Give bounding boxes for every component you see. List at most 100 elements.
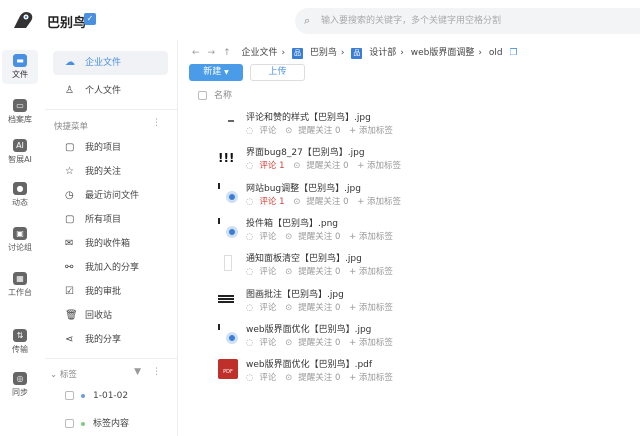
add-tag-button[interactable]: + 添加标签: [357, 197, 401, 207]
remind-button[interactable]: 提醒关注 0: [298, 373, 340, 383]
breadcrumb-item[interactable]: 巴别鸟: [310, 48, 337, 58]
comment-button[interactable]: 评论: [259, 232, 276, 242]
rail-item[interactable]: ▣ 讨论组: [2, 223, 38, 257]
remind-button[interactable]: 提醒关注 0: [306, 161, 348, 171]
sidebar-icon: ☁: [65, 57, 75, 68]
rail-icon: ◎: [13, 372, 27, 385]
filter-icon[interactable]: ▼: [134, 367, 141, 377]
forward-arrow-icon[interactable]: →: [208, 48, 216, 58]
file-meta: ◌ 评论 ⊙ 提醒关注 0 + 添加标签: [246, 265, 399, 277]
file-name[interactable]: 评论和赞的样式【巴别鸟】.jpg: [246, 110, 371, 123]
file-row[interactable]: PDF web版界面优化【巴别鸟】.pdf ◌ 评论 ⊙ 提醒关注 0 + 添加标签: [216, 357, 516, 391]
org-icon: 品: [351, 48, 363, 59]
comment-button[interactable]: 评论: [259, 373, 276, 383]
breadcrumb-item[interactable]: 企业文件: [242, 48, 278, 58]
tag-checkbox[interactable]: [65, 391, 74, 400]
file-row[interactable]: 网站bug调整【巴别鸟】.jpg ◌ 评论 1 ⊙ 提醒关注 0 + 添加标签: [216, 181, 516, 215]
tag-item[interactable]: 标签内容: [65, 416, 129, 429]
quick-menu-item[interactable]: ▢ 我的项目: [53, 136, 168, 160]
remind-button[interactable]: 提醒关注 0: [298, 303, 340, 313]
remind-button[interactable]: 提醒关注 0: [298, 232, 340, 242]
rail-label: 工作台: [8, 288, 32, 297]
add-tag-button[interactable]: + 添加标签: [349, 338, 393, 348]
sidebar-item[interactable]: ☁ 企业文件: [53, 51, 168, 75]
more-icon[interactable]: ⋮: [152, 367, 161, 377]
file-row[interactable]: 通知面板清空【巴别鸟】.jpg ◌ 评论 ⊙ 提醒关注 0 + 添加标签: [216, 251, 516, 285]
back-arrow-icon[interactable]: ←: [192, 48, 200, 58]
rail-item[interactable]: ◎ 同步: [2, 368, 38, 402]
remind-button[interactable]: 提醒关注 0: [298, 126, 340, 136]
more-icon[interactable]: ⋮: [152, 118, 161, 128]
remind-button[interactable]: 提醒关注 0: [298, 338, 340, 348]
comment-button[interactable]: 评论 1: [259, 197, 284, 207]
add-tag-button[interactable]: + 添加标签: [349, 232, 393, 242]
upload-button[interactable]: 上传: [250, 64, 305, 81]
file-row[interactable]: web版界面优化【巴别鸟】.jpg ◌ 评论 ⊙ 提醒关注 0 + 添加标签: [216, 322, 516, 356]
quick-menu-item[interactable]: 🗑 回收站: [53, 304, 168, 328]
breadcrumb: ← → ↑ 企业文件 › 品 巴别鸟 › 品 设计部 › web版界面调整 › old ❐: [192, 48, 518, 59]
comment-button[interactable]: 评论: [259, 338, 276, 348]
file-row[interactable]: 投件箱【巴别鸟】.png ◌ 评论 ⊙ 提醒关注 0 + 添加标签: [216, 216, 516, 250]
quick-menu-title: 快捷菜单: [54, 122, 89, 132]
rail-icon: AI: [13, 139, 27, 152]
file-row[interactable]: !!! 界面bug8_27【巴别鸟】.jpg ◌ 评论 1 ⊙ 提醒关注 0 + 添…: [216, 145, 516, 179]
select-all-checkbox[interactable]: [198, 91, 207, 100]
comment-icon: ◌: [246, 126, 254, 136]
name-column-header[interactable]: 名称: [214, 91, 232, 101]
tag-checkbox[interactable]: [65, 419, 74, 428]
file-name[interactable]: 网站bug调整【巴别鸟】.jpg: [246, 181, 361, 194]
add-tag-button[interactable]: + 添加标签: [349, 303, 393, 313]
menu-icon: ⋖: [65, 334, 74, 345]
search-input[interactable]: ⌕ 输入要搜索的关键字，多个关键字用空格分割: [295, 8, 640, 34]
rail-item[interactable]: ▦ 工作台: [2, 268, 38, 302]
rail-icon: ●: [13, 182, 27, 195]
breadcrumb-item[interactable]: old: [489, 48, 503, 58]
remind-button[interactable]: 提醒关注 0: [306, 197, 348, 207]
quick-menu-item[interactable]: ☆ 我的关注: [53, 160, 168, 184]
new-button[interactable]: 新建 ▼: [189, 64, 243, 81]
app-logo: [14, 12, 33, 28]
comment-button[interactable]: 评论: [259, 303, 276, 313]
comment-button[interactable]: 评论: [259, 267, 276, 277]
rail-item[interactable]: ▭ 档案库: [2, 95, 38, 129]
file-name[interactable]: 图画批注【巴别鸟】.jpg: [246, 287, 344, 300]
sidebar-item[interactable]: ♙ 个人文件: [53, 79, 168, 103]
file-name[interactable]: 投件箱【巴别鸟】.png: [246, 216, 338, 229]
file-name[interactable]: web版界面优化【巴别鸟】.pdf: [246, 357, 372, 370]
quick-menu-item[interactable]: ⋖ 我的分享: [53, 328, 168, 352]
file-name[interactable]: web版界面优化【巴别鸟】.jpg: [246, 322, 371, 335]
file-name[interactable]: 界面bug8_27【巴别鸟】.jpg: [246, 145, 365, 158]
menu-icon: ☆: [65, 166, 74, 177]
menu-label: 我加入的分享: [85, 263, 140, 273]
quick-menu-item[interactable]: ▢ 所有项目: [53, 208, 168, 232]
comment-button[interactable]: 评论: [259, 126, 276, 136]
file-row[interactable]: 评论和赞的样式【巴别鸟】.jpg ◌ 评论 ⊙ 提醒关注 0 + 添加标签: [216, 110, 516, 144]
new-label: 新建: [203, 67, 222, 77]
tags-section-toggle[interactable]: ⌄ 标签: [50, 368, 77, 380]
breadcrumb-item[interactable]: web版界面调整: [411, 48, 475, 58]
rail-item[interactable]: AI 智展AI: [2, 135, 38, 169]
file-name[interactable]: 通知面板清空【巴别鸟】.jpg: [246, 251, 362, 264]
comment-button[interactable]: 评论 1: [259, 161, 284, 171]
quick-menu-item[interactable]: ✉ 我的收件箱: [53, 232, 168, 256]
copy-path-icon[interactable]: ❐: [509, 48, 517, 58]
file-thumbnail: [218, 289, 240, 311]
remind-icon: ⊙: [285, 126, 293, 136]
add-tag-button[interactable]: + 添加标签: [349, 267, 393, 277]
breadcrumb-item[interactable]: 设计部: [369, 48, 396, 58]
rail-item[interactable]: ● 动态: [2, 178, 38, 212]
quick-menu-item[interactable]: ⚯ 我加入的分享: [53, 256, 168, 280]
file-row[interactable]: 图画批注【巴别鸟】.jpg ◌ 评论 ⊙ 提醒关注 0 + 添加标签: [216, 287, 516, 321]
quick-menu-item[interactable]: ◷ 最近访问文件: [53, 184, 168, 208]
add-tag-button[interactable]: + 添加标签: [349, 373, 393, 383]
remind-button[interactable]: 提醒关注 0: [298, 267, 340, 277]
add-tag-button[interactable]: + 添加标签: [349, 126, 393, 136]
up-arrow-icon[interactable]: ↑: [223, 48, 231, 58]
tag-item[interactable]: 1-01-02: [65, 391, 128, 401]
quick-menu-item[interactable]: ☑ 我的审批: [53, 280, 168, 304]
rail-icon: ⇅: [13, 329, 27, 342]
comment-icon: ◌: [246, 161, 254, 172]
add-tag-button[interactable]: + 添加标签: [357, 161, 401, 171]
rail-item[interactable]: ▬ 文件: [2, 50, 38, 84]
rail-item[interactable]: ⇅ 传输: [2, 325, 38, 359]
